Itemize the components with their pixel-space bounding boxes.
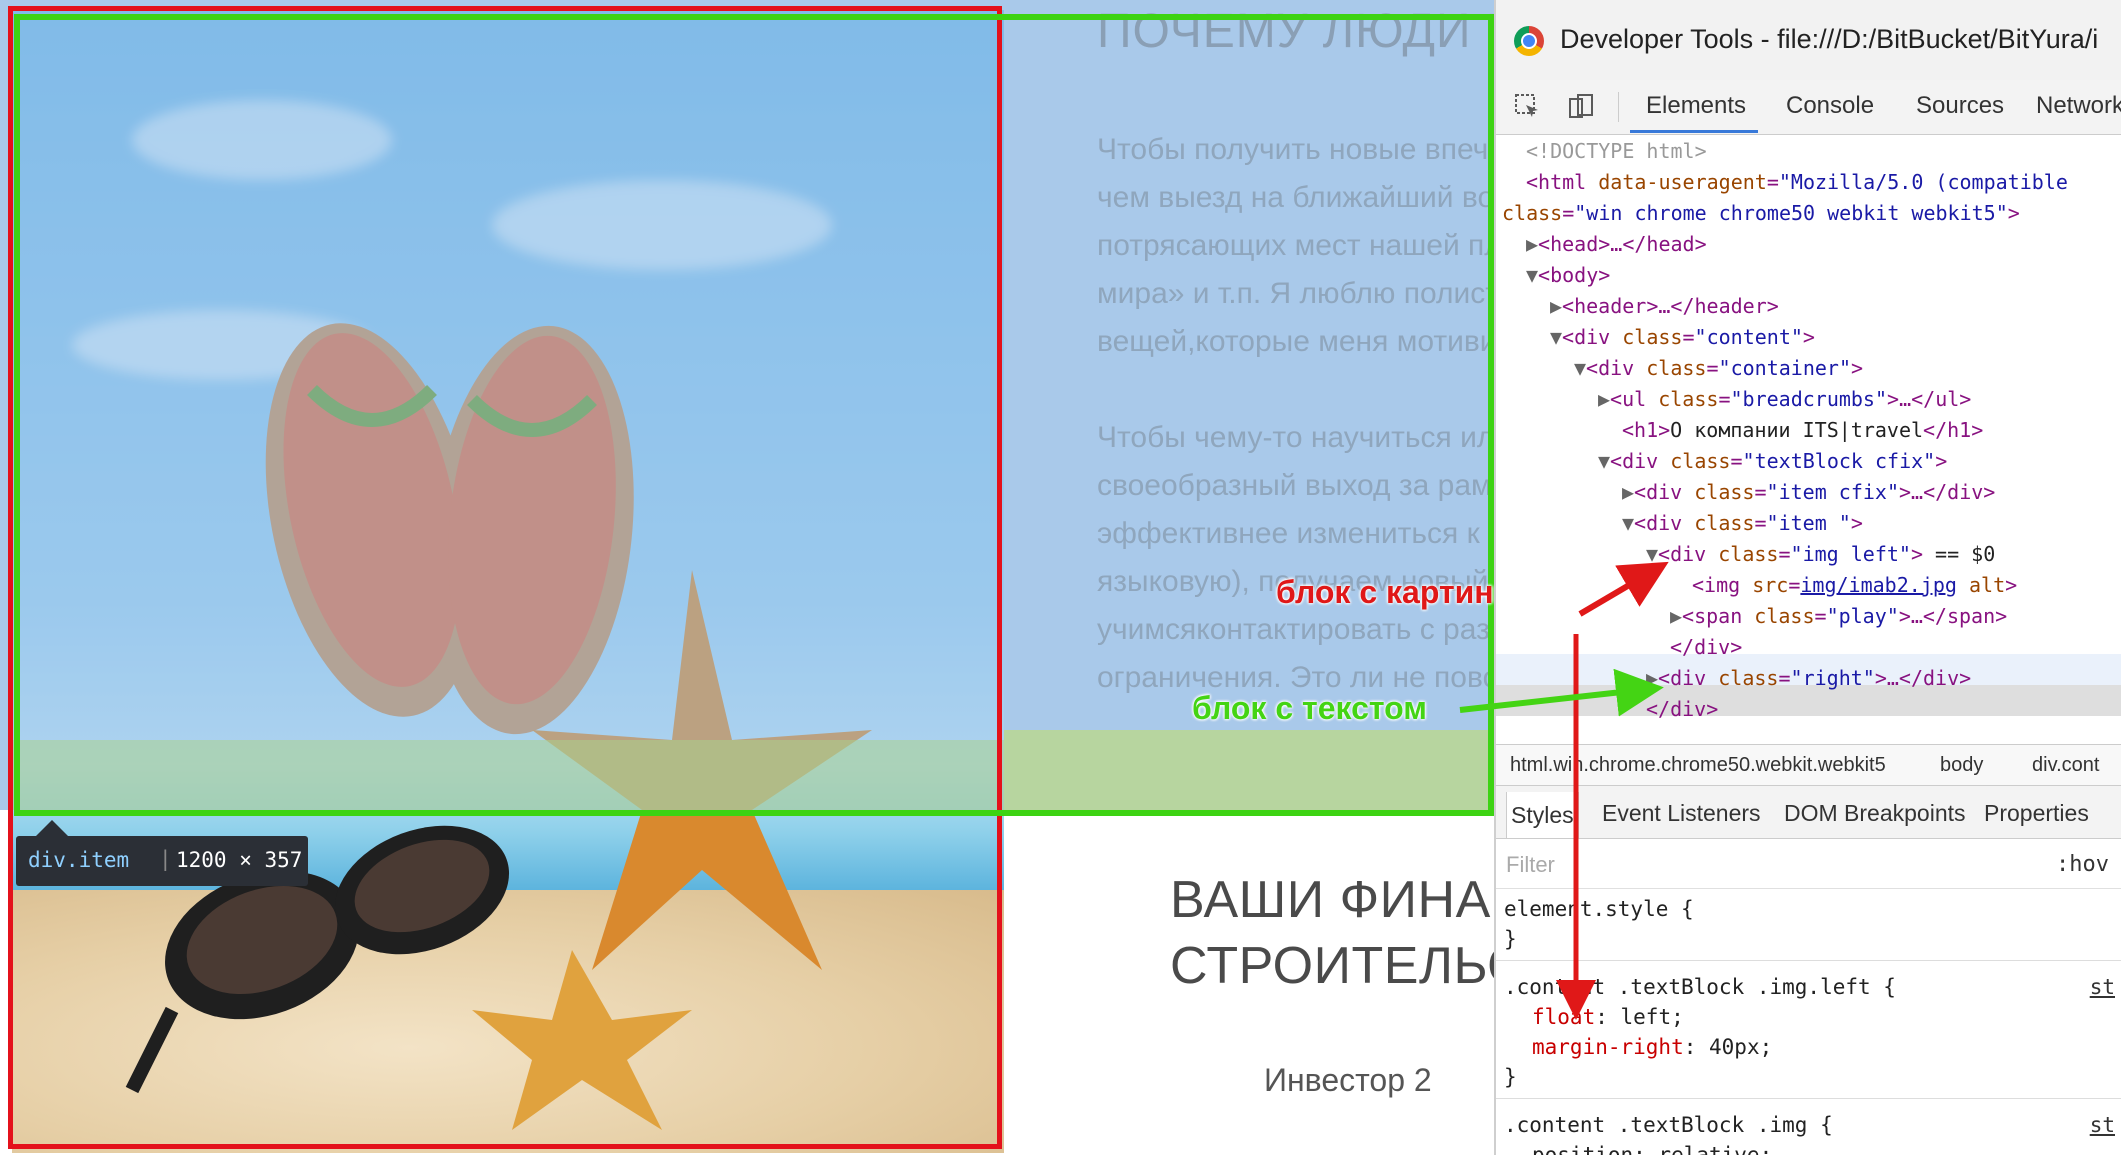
css-declaration[interactable]: margin-right: 40px; <box>1532 1032 1772 1062</box>
rule-source-link[interactable]: st <box>2090 1110 2115 1140</box>
tab-network[interactable]: Network <box>2036 92 2121 120</box>
dom-node-html-class: class="win chrome chrome50 webkit webkit… <box>1502 201 2020 225</box>
investor-label: Инвестор 2 <box>1264 1062 1432 1098</box>
devtools-titlebar: Developer Tools - file:///D:/BitBucket/B… <box>1496 0 2121 81</box>
dom-node-div-item-cfix[interactable]: ▶<div class="item cfix">…</div> <box>1622 477 1995 508</box>
image-block-label: блок с картинкой <box>1276 574 1494 610</box>
dom-node-body[interactable]: ▼<body> <box>1526 260 1610 291</box>
dom-node-doctype[interactable]: <!DOCTYPE html> <box>1526 136 1707 167</box>
tooltip-size: 1200 × 357 <box>176 848 303 872</box>
filter-input[interactable]: Filter <box>1506 852 1555 878</box>
rule-close: } <box>1504 1065 1517 1089</box>
tab-styles[interactable]: Styles <box>1506 792 1579 838</box>
active-tab-indicator <box>1630 130 1758 133</box>
web-page: ПОЧЕМУ ЛЮДИ ЕЗ Чтобы получить новые впеч… <box>0 0 1494 1155</box>
styles-pane: element.style { } .content .textBlock .i… <box>1496 888 2121 1155</box>
dom-node-img[interactable]: <img src=img/imab2.jpg alt> <box>1692 570 2017 601</box>
rule-selector: element.style { <box>1504 897 1694 921</box>
tab-dom-breakpoints[interactable]: DOM Breakpoints <box>1784 800 1966 827</box>
dom-node-div-right[interactable]: ▶<div class="right">…</div> <box>1646 663 1971 694</box>
section-heading: ВАШИ ФИНАН <box>1170 871 1494 929</box>
inspect-tooltip: div.item | 1200 × 357 <box>16 820 308 886</box>
dom-node-div-close: </div> <box>1670 635 1743 659</box>
rule-divider <box>1496 960 2121 961</box>
dom-node-head[interactable]: ▶<head>…</head> <box>1526 229 1707 260</box>
dom-tree: <!DOCTYPE html> <html data-useragent="Mo… <box>1496 136 2121 736</box>
dom-node-div-content[interactable]: ▼<div class="content"> <box>1550 322 1815 353</box>
dom-node-div-container[interactable]: ▼<div class="container"> <box>1574 353 1863 384</box>
tab-event-listeners[interactable]: Event Listeners <box>1602 800 1761 827</box>
devtools-toolbar: Elements Console Sources Network <box>1496 80 2121 135</box>
css-declaration[interactable]: float: left; <box>1532 1002 1684 1032</box>
css-declaration[interactable]: position: relative; <box>1532 1140 1772 1155</box>
dom-node-div-img-left[interactable]: ▼<div class="img left"> == $0 <box>1646 539 1995 570</box>
tab-sources[interactable]: Sources <box>1916 92 2004 120</box>
element-breadcrumbs: html.win.chrome.chrome50.webkit.webkit5 … <box>1496 744 2121 786</box>
dom-node-header[interactable]: ▶<header>…</header> <box>1550 291 1779 322</box>
inspect-element-icon[interactable] <box>1514 93 1540 119</box>
hover-state-toggle[interactable]: :hov <box>2056 852 2109 877</box>
dom-node-div-item[interactable]: ▼<div class="item "> <box>1622 508 1863 539</box>
dom-node-html[interactable]: <html data-useragent="Mozilla/5.0 (compa… <box>1526 167 2068 198</box>
tab-console[interactable]: Console <box>1786 92 1874 120</box>
styles-tabbar: Styles Event Listeners DOM Breakpoints P… <box>1496 786 2121 839</box>
styles-filter[interactable]: Filter :hov <box>1496 838 2121 889</box>
devtools-title: Developer Tools - file:///D:/BitBucket/B… <box>1560 24 2099 54</box>
crumb-div-content[interactable]: div.cont <box>2032 754 2099 777</box>
dom-node-ul-breadcrumbs[interactable]: ▶<ul class="breadcrumbs">…</ul> <box>1598 384 1971 415</box>
tab-elements[interactable]: Elements <box>1646 92 1746 120</box>
section-heading: СТРОИТЕЛЬСТВ <box>1170 937 1494 995</box>
rule-close: } <box>1504 927 1517 951</box>
dom-node-span-play[interactable]: ▶<span class="play">…</span> <box>1670 601 2007 632</box>
rule-source-link[interactable]: st <box>2090 972 2115 1002</box>
dom-node-div-textblock[interactable]: ▼<div class="textBlock cfix"> <box>1598 446 1947 477</box>
tab-properties[interactable]: Properties <box>1984 800 2089 827</box>
tooltip-separator: | <box>159 847 172 871</box>
chrome-icon <box>1514 26 1544 56</box>
rule-divider <box>1496 1098 2121 1099</box>
crumb-body[interactable]: body <box>1940 754 1983 777</box>
crumb-html[interactable]: html.win.chrome.chrome50.webkit.webkit5 <box>1510 754 1886 777</box>
tooltip-selector: div.item <box>28 848 130 872</box>
device-mode-icon[interactable] <box>1568 93 1594 119</box>
devtools-window: Developer Tools - file:///D:/BitBucket/B… <box>1494 0 2121 1155</box>
text-block-label: блок с текстом <box>1192 690 1427 726</box>
rule-selector: .content .textBlock .img.left { <box>1504 975 1896 999</box>
dom-node-h1[interactable]: <h1>О компании ITS|travel</h1> <box>1622 415 1983 446</box>
toolbar-divider <box>1618 92 1619 122</box>
rule-selector: .content .textBlock .img { <box>1504 1113 1833 1137</box>
dom-node-div-close: </div> <box>1646 697 1719 721</box>
